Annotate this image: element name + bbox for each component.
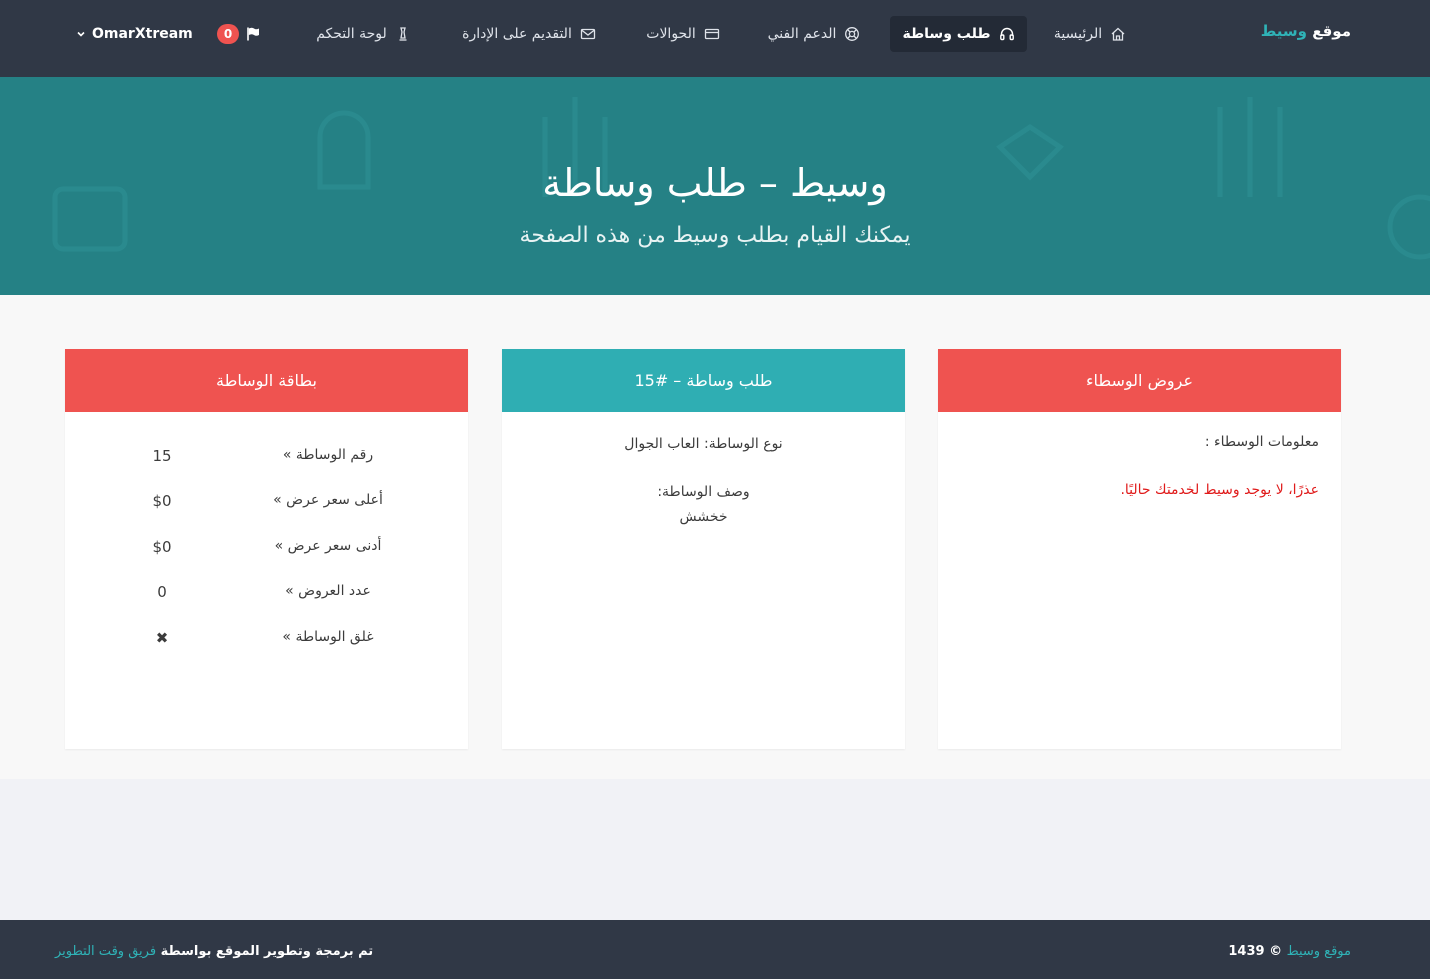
- credit-card-icon: [704, 28, 719, 40]
- info-label: غلق الوساطة »: [282, 629, 374, 645]
- footer: موقع وسيط © 1439 تم برمجة وتطوير الموقع …: [0, 920, 1430, 979]
- notification-badge: 0: [217, 24, 239, 44]
- info-value: $0: [152, 538, 172, 556]
- chevron-down-icon: [77, 31, 85, 37]
- nav-notifications[interactable]: 0: [208, 16, 270, 52]
- nav-transfers-label: الحوالات: [646, 26, 696, 42]
- user-menu[interactable]: OmarXtream: [76, 22, 193, 46]
- nav-apply-label: التقديم على الإدارة: [462, 26, 572, 42]
- request-details-card: طلب وساطة – #15 نوع الوساطة: العاب الجوا…: [502, 349, 905, 749]
- credit-text: تم برمجة وتطوير الموقع بواسطة: [160, 944, 374, 959]
- main-content: عروض الوسطاء معلومات الوسطاء : عذرًا، لا…: [0, 295, 1430, 779]
- nav-home-label: الرئيسية: [1053, 26, 1103, 42]
- developer-credit: تم برمجة وتطوير الموقع بواسطة فريق وقت ا…: [55, 944, 373, 959]
- request-details-title: طلب وساطة – #15: [502, 349, 905, 412]
- info-row-highest-offer: أعلى سعر عرض » $0: [65, 492, 468, 516]
- nav-support-label: الدعم الفني: [767, 26, 837, 42]
- mediation-type: نوع الوساطة: العاب الجوال: [624, 436, 783, 452]
- nav-support[interactable]: الدعم الفني: [752, 16, 876, 52]
- mediation-info-card: بطاقة الوساطة رقم الوساطة » 15 أعلى سعر …: [65, 349, 468, 749]
- info-label: أدنى سعر عرض »: [274, 538, 382, 554]
- mediator-offers-card: عروض الوسطاء معلومات الوسطاء : عذرًا، لا…: [938, 349, 1341, 749]
- flag-icon: [247, 27, 259, 41]
- info-row-number: رقم الوساطة » 15: [65, 447, 468, 471]
- info-label: عدد العروض »: [285, 583, 371, 599]
- nav-home[interactable]: الرئيسية: [1041, 16, 1139, 52]
- mediation-description-label: وصف الوساطة:: [657, 484, 750, 500]
- nav-apply-admin[interactable]: التقديم على الإدارة: [445, 16, 613, 52]
- info-label: رقم الوساطة »: [282, 447, 374, 463]
- chess-icon: [399, 27, 407, 41]
- dev-team-link[interactable]: فريق وقت التطوير: [55, 944, 156, 959]
- info-row-offers-count: عدد العروض » 0: [65, 583, 468, 607]
- brand-name-part1: موقع: [1312, 22, 1351, 40]
- hero-banner: وسيط – طلب وساطة يمكنك القيام بطلب وسيط …: [0, 77, 1430, 295]
- info-value: 0: [157, 583, 167, 601]
- mediation-description: خخشش: [679, 509, 728, 525]
- home-icon: [1111, 27, 1125, 41]
- nav-transfers[interactable]: الحوالات: [630, 16, 736, 52]
- site-logo[interactable]: موقع وسيط: [1261, 22, 1351, 46]
- mediators-info-label: معلومات الوسطاء :: [1204, 434, 1319, 450]
- nav-dashboard[interactable]: لوحة التحكم: [300, 16, 427, 52]
- copyright-site-link[interactable]: موقع وسيط: [1287, 944, 1351, 959]
- nav-dashboard-label: لوحة التحكم: [316, 26, 387, 42]
- headset-icon: [999, 27, 1014, 41]
- close-mediation-button[interactable]: ✖: [122, 629, 202, 647]
- info-value: $0: [152, 492, 172, 510]
- copyright-text: © 1439: [1228, 944, 1283, 959]
- page-title: وسيط – طلب وساطة: [542, 161, 888, 205]
- lifebuoy-icon: [845, 27, 860, 41]
- copyright: موقع وسيط © 1439: [1228, 944, 1351, 959]
- info-row-lowest-offer: أدنى سعر عرض » $0: [65, 538, 468, 562]
- page-subtitle: يمكنك القيام بطلب وسيط من هذه الصفحة: [519, 223, 911, 248]
- navbar: موقع وسيط الرئيسية طلب وساطة الدعم الفني…: [0, 0, 1430, 77]
- nav-request-mediation[interactable]: طلب وساطة: [890, 16, 1027, 52]
- nav-request-label: طلب وساطة: [902, 26, 991, 42]
- brand-name-part2: وسيط: [1260, 22, 1307, 40]
- info-value: 15: [152, 447, 172, 465]
- envelope-icon: [580, 28, 595, 40]
- info-label: أعلى سعر عرض »: [273, 492, 383, 508]
- info-row-close-mediation: غلق الوساطة » ✖: [65, 629, 468, 653]
- mediator-offers-title: عروض الوسطاء: [938, 349, 1341, 412]
- no-mediator-message: عذرًا، لا يوجد وسيط لخدمتك حاليًا.: [1120, 482, 1319, 498]
- mediation-info-title: بطاقة الوساطة: [65, 349, 468, 412]
- username: OmarXtream: [92, 26, 193, 42]
